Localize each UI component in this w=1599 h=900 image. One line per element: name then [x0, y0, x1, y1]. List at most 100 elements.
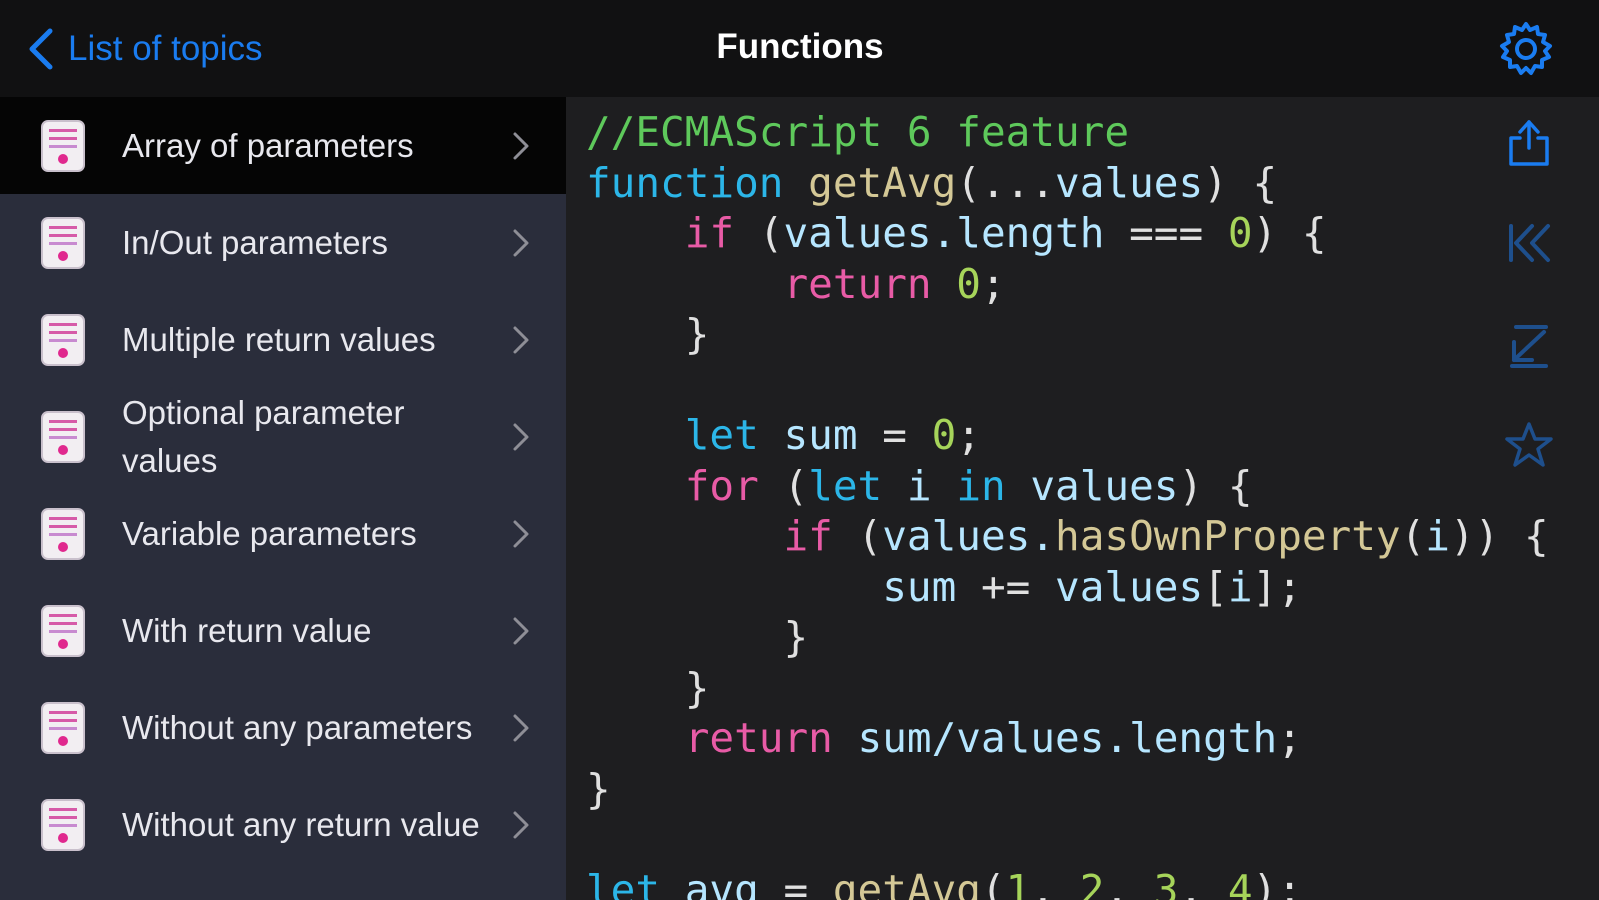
- back-button[interactable]: List of topics: [26, 26, 263, 72]
- code-token: }: [586, 310, 710, 358]
- share-icon[interactable]: [1504, 118, 1554, 168]
- topic-row-label: Array of parameters: [122, 126, 414, 164]
- code-token: ;: [1277, 714, 1302, 762]
- code-token: ;: [956, 411, 981, 459]
- code-line: let sum = 0;: [586, 410, 1549, 461]
- code-line: }: [586, 663, 1549, 714]
- chevron-right-icon: [513, 326, 529, 353]
- code-token: )) {: [1449, 512, 1549, 560]
- topic-row[interactable]: In/Out parameters: [0, 194, 566, 291]
- code-token: hasOwnProperty: [1055, 512, 1401, 560]
- code-token: for: [684, 461, 759, 510]
- chevron-right-icon: [513, 423, 529, 450]
- code-token: =: [758, 865, 833, 900]
- code-token: i: [882, 461, 957, 510]
- topic-row[interactable]: Without any parameters: [0, 679, 566, 776]
- back-button-label: List of topics: [68, 29, 263, 68]
- code-line: }: [586, 612, 1549, 663]
- chevron-right-icon: [513, 617, 529, 644]
- code-token: values: [1055, 158, 1204, 207]
- code-token: sum: [882, 562, 957, 611]
- topic-row-label: Without any parameters: [122, 708, 473, 746]
- topic-row[interactable]: Without any return value: [0, 776, 566, 873]
- code-token: }: [586, 764, 611, 813]
- code-token: ,: [1030, 865, 1080, 900]
- code-token: ===: [1104, 209, 1228, 257]
- code-token: getAvg: [832, 865, 981, 900]
- code-line: if (values.length === 0) {: [586, 208, 1549, 259]
- topic-row[interactable]: With return value: [0, 582, 566, 679]
- first-icon[interactable]: [1504, 218, 1554, 268]
- chevron-right-icon: [513, 714, 529, 741]
- topics-list: Array of parameters In/Out parameters Mult…: [0, 97, 566, 900]
- code-line: for (let i in values) {: [586, 461, 1549, 512]
- star-icon[interactable]: [1504, 420, 1554, 470]
- code-token: ) {: [1178, 461, 1253, 510]
- chevron-right-icon: [513, 811, 529, 838]
- code-token: values.: [882, 512, 1056, 560]
- topic-row[interactable]: Optional parameter values: [0, 388, 566, 485]
- code-token: return: [684, 714, 833, 762]
- topic-row[interactable]: Multiple return values: [0, 291, 566, 388]
- code-token: [: [1203, 562, 1228, 611]
- code-file-icon: [41, 119, 85, 172]
- code-line: sum += values[i];: [586, 562, 1549, 613]
- code-token: ) {: [1203, 158, 1278, 207]
- code-token: }: [586, 663, 710, 712]
- code-token: (: [1400, 512, 1426, 560]
- code-token: 4: [1227, 865, 1253, 900]
- topic-row-label: Without any return value: [122, 805, 480, 843]
- page-title: Functions: [716, 27, 884, 66]
- code-token: 3: [1153, 865, 1179, 900]
- topic-row-label: Multiple return values: [122, 320, 436, 358]
- code-token: //ECMAScript 6 feature: [586, 108, 1130, 156]
- code-token: =: [857, 411, 932, 459]
- code-line: }: [586, 764, 1549, 815]
- code-token: (: [734, 209, 784, 257]
- code-viewer: //ECMAScript 6 feature function getAvg(..…: [566, 97, 1599, 900]
- code-file-icon: [41, 701, 85, 754]
- code-token: let: [586, 865, 661, 900]
- chevron-right-icon: [513, 520, 529, 547]
- code-token: 0: [931, 411, 957, 459]
- code-token: i: [1425, 512, 1450, 560]
- code-token: ,: [1178, 865, 1228, 900]
- code-file-icon: [41, 313, 85, 366]
- code-token: 1: [1005, 865, 1031, 900]
- topic-row[interactable]: Variable parameters: [0, 485, 566, 582]
- code-token: sum/values.length: [832, 714, 1278, 762]
- code-token: (: [980, 865, 1006, 900]
- code-token: values: [1005, 461, 1179, 510]
- code-token: ,: [1104, 865, 1154, 900]
- code-token: (: [832, 512, 883, 560]
- code-file-icon: [41, 507, 85, 560]
- code-token: return: [783, 259, 932, 308]
- code-token: 0: [1227, 209, 1253, 257]
- code-token: (...: [956, 158, 1056, 207]
- code-token: ];: [1252, 562, 1302, 611]
- code-token: ) {: [1252, 209, 1327, 257]
- code-block: //ECMAScript 6 feature function getAvg(..…: [586, 107, 1549, 900]
- code-token: if: [783, 512, 833, 560]
- navigation-bar: List of topics Functions: [0, 0, 1599, 97]
- code-file-icon: [41, 604, 85, 657]
- code-line: let avg = getAvg(1, 2, 3, 4);: [586, 865, 1549, 900]
- gear-icon[interactable]: [1497, 20, 1555, 78]
- code-line: function getAvg(...values) {: [586, 158, 1549, 209]
- code-file-icon: [41, 216, 85, 269]
- code-token: getAvg: [783, 158, 957, 207]
- code-token: function: [586, 158, 784, 207]
- code-token: sum: [758, 411, 858, 459]
- topic-row[interactable]: Array of parameters: [0, 97, 566, 194]
- code-token: 2: [1079, 865, 1105, 900]
- chevron-right-icon: [513, 229, 529, 256]
- code-line: return 0;: [586, 259, 1549, 310]
- code-token: (: [758, 461, 809, 510]
- last-icon[interactable]: [1504, 320, 1554, 370]
- chevron-left-icon: [29, 28, 53, 70]
- code-line: //ECMAScript 6 feature: [586, 107, 1549, 158]
